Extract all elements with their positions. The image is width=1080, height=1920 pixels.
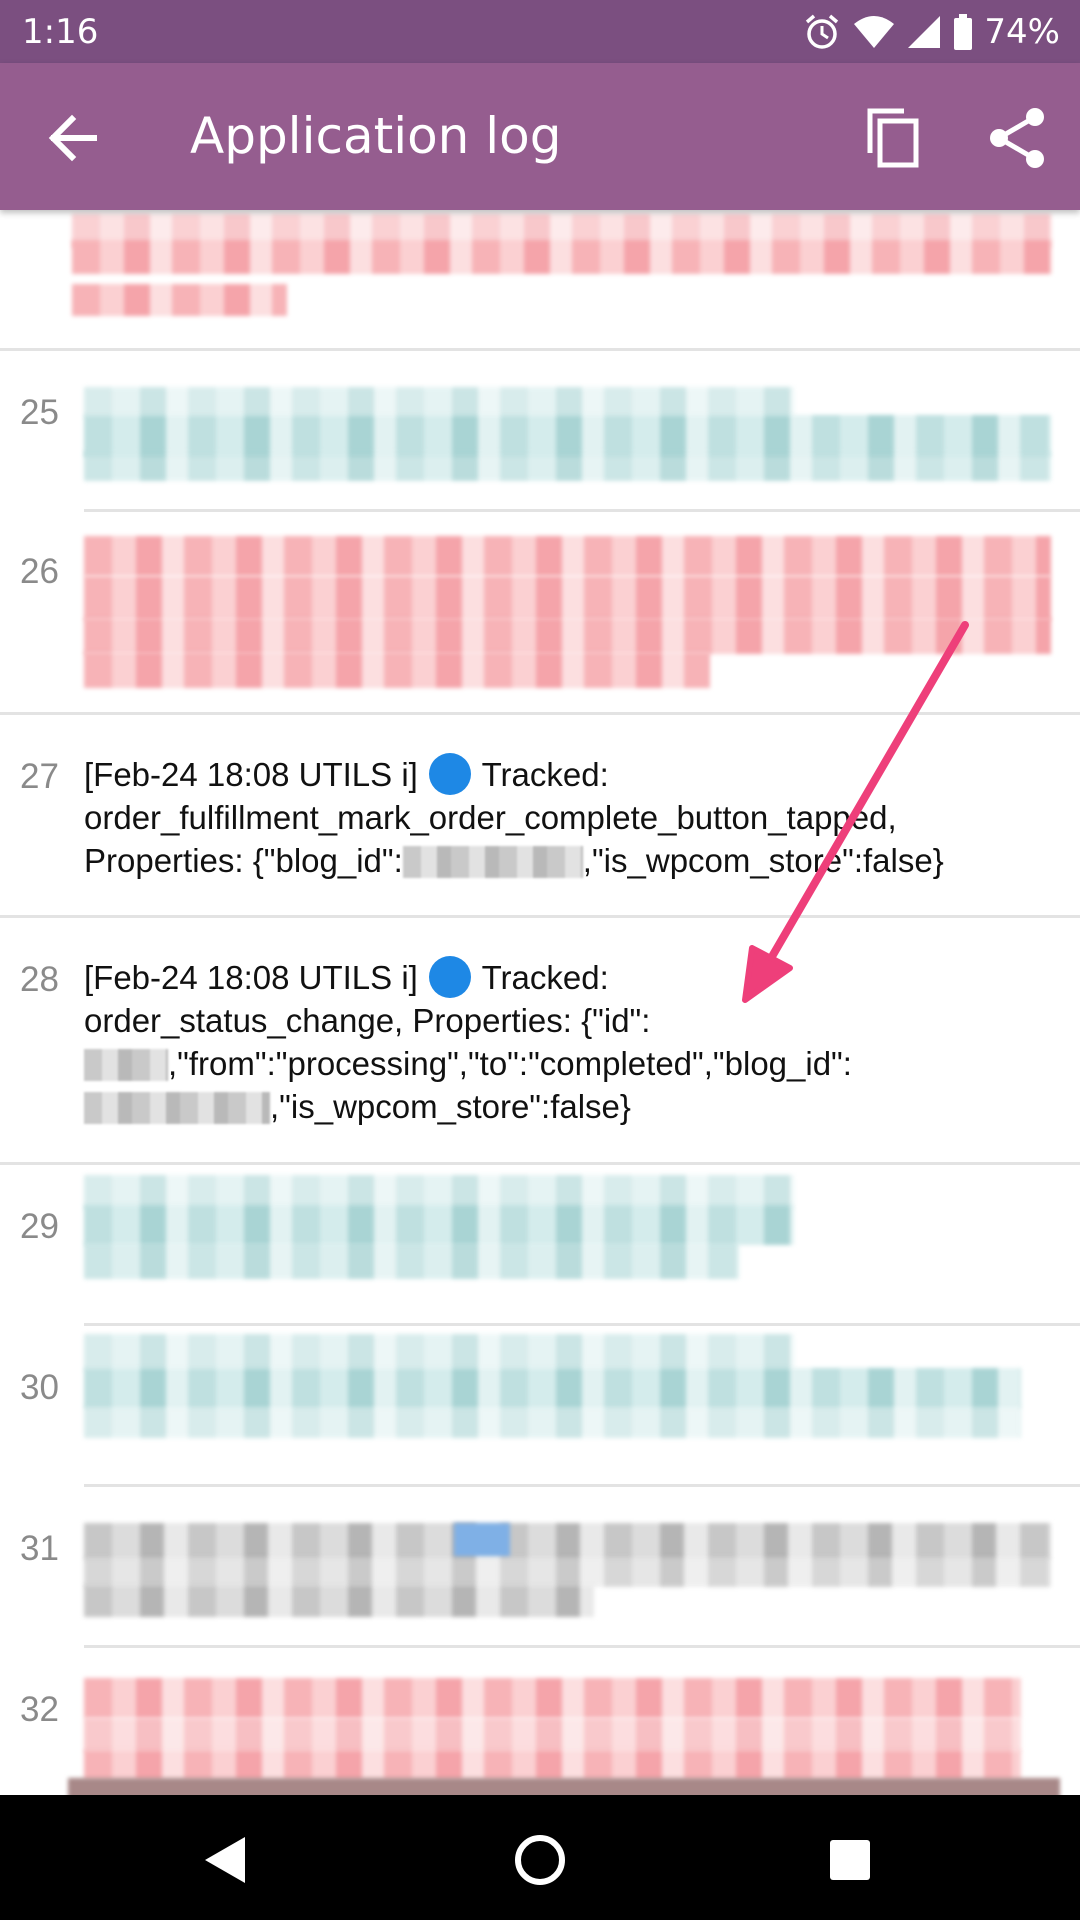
line-number: 26 [20,552,59,591]
back-triangle-icon[interactable] [190,1825,260,1895]
log-text: [Feb-24 18:08 UTILS i] Tracked: order_st… [84,956,1064,1128]
battery-icon [954,14,973,50]
share-icon[interactable] [983,103,1053,173]
line-number: 30 [20,1368,59,1407]
log-entry [0,210,1080,348]
status-icons: 74% [802,10,1060,54]
log-entry: 25 [0,351,1080,509]
navigation-bar [0,1795,1080,1920]
status-bar: 1:16 74% [0,0,1080,63]
log-entry: 29 [0,1165,1080,1323]
redacted-value [402,846,583,878]
log-entry: 32 [0,1648,1080,1795]
log-text: [Feb-24 18:08 UTILS i] Tracked: order_fu… [84,753,1064,882]
page-title: Application log [190,107,562,165]
battery-percent: 74% [984,12,1060,52]
line-number: 27 [20,757,59,796]
redacted-value [84,1049,168,1081]
line-number: 32 [20,1690,59,1729]
status-time: 1:16 [22,12,99,52]
log-list[interactable]: 25 26 27 [Feb-24 18:08 UTILS i] Tracked:… [0,210,1080,1795]
log-entry: 31 [0,1487,1080,1645]
wifi-icon [854,16,895,48]
log-entry: 30 [0,1326,1080,1484]
tracked-dot-icon [429,956,472,998]
log-entry: 26 [0,512,1080,712]
line-number: 28 [20,960,59,999]
alarm-icon [806,14,839,49]
line-number: 25 [20,393,59,432]
app-bar: Application log [0,63,1080,210]
line-number: 31 [20,1529,59,1568]
log-entry: 27 [Feb-24 18:08 UTILS i] Tracked: order… [0,715,1080,915]
log-entry: 28 [Feb-24 18:08 UTILS i] Tracked: order… [0,918,1080,1162]
recents-square-icon[interactable] [815,1825,885,1895]
copy-icon[interactable] [858,103,928,173]
tracked-dot-icon [429,753,472,795]
line-number: 29 [20,1207,59,1246]
back-arrow-icon[interactable] [40,103,110,173]
home-circle-icon[interactable] [505,1825,575,1895]
redacted-value [84,1092,270,1124]
signal-icon [908,16,941,48]
